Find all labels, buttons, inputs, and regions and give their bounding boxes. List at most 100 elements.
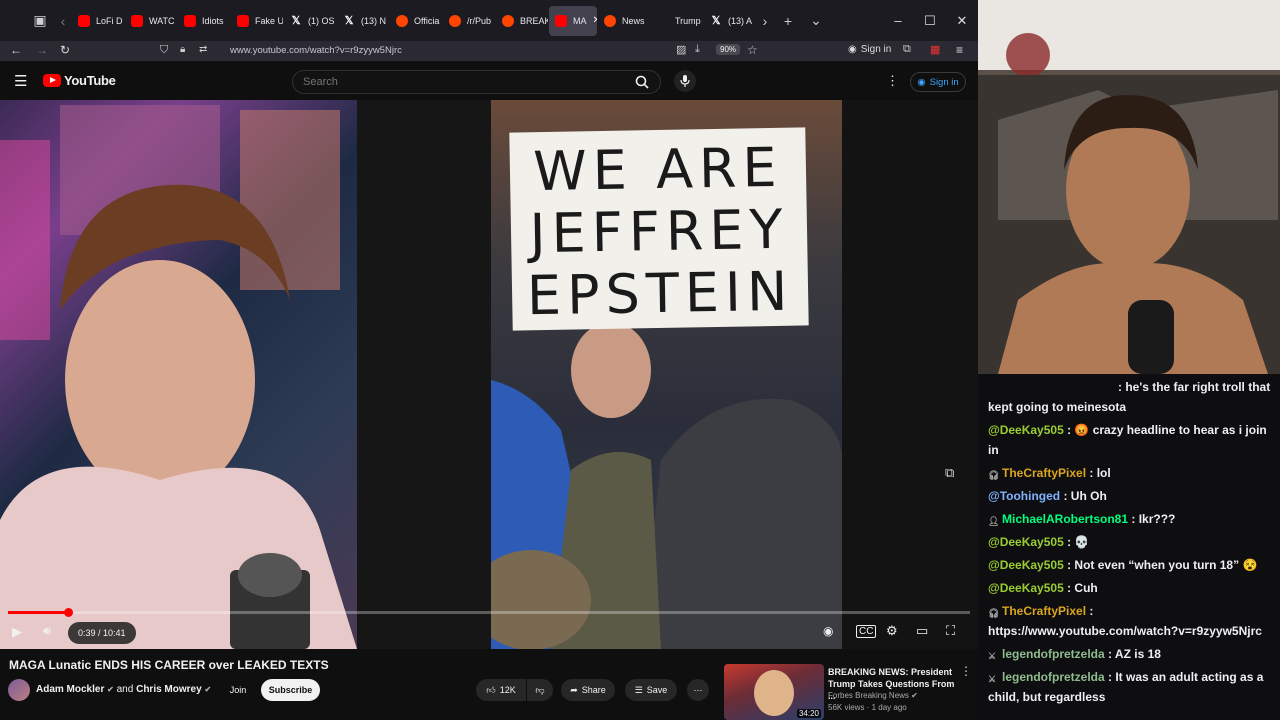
subscribe-button[interactable]: Subscribe <box>261 679 320 701</box>
lock-icon[interactable]: 🔒︎ <box>180 44 185 55</box>
chat-message: @DeeKay505 : 😡 crazy headline to hear as… <box>988 420 1278 460</box>
save-button[interactable]: ☰ Save <box>625 679 677 701</box>
fullscreen-icon[interactable]: ⛶ <box>946 623 955 639</box>
player-controls: ▶ 🔊︎ 0:39 / 10:41 ◉ CC ⚙ ▭ ⛶ <box>0 620 978 646</box>
chat-text: : lol <box>1086 466 1111 480</box>
dislike-button[interactable]: 👎︎ <box>527 679 553 701</box>
join-button[interactable]: Join <box>224 679 252 701</box>
sign-line-2: JEFFREY <box>529 197 789 266</box>
new-tab-icon[interactable]: + <box>774 7 802 35</box>
youtube-icon <box>237 14 249 27</box>
tab-label: Fake U <box>255 15 283 26</box>
tab-1[interactable]: WATC <box>125 6 177 36</box>
tab-6[interactable]: Officia <box>390 6 442 36</box>
permissions-icon[interactable]: ⇄ <box>199 44 207 55</box>
extension-badge-icon[interactable]: ▦ <box>930 43 940 56</box>
list-tabs-icon[interactable]: ⌄ <box>802 7 830 35</box>
bookmark-star-icon[interactable]: ☆ <box>747 43 758 57</box>
volume-icon[interactable]: 🔊︎ <box>43 623 51 639</box>
chat-username[interactable]: @DeeKay505 <box>988 423 1064 437</box>
extensions-icon[interactable]: ⧉ <box>903 43 911 56</box>
play-icon[interactable]: ▶ <box>12 624 22 640</box>
save-page-icon[interactable]: ⤓ <box>695 43 700 56</box>
share-arrow-icon: ➦ <box>570 684 578 695</box>
tab-3[interactable]: Fake U <box>231 6 283 36</box>
picture-icon[interactable]: ▨ <box>676 43 686 56</box>
tab-7[interactable]: /r/Pub <box>443 6 495 36</box>
menu-hamburger-icon[interactable]: ≡ <box>956 43 963 57</box>
zoom-level[interactable]: 90% <box>716 44 741 55</box>
url-text[interactable]: www.youtube.com/watch?v=r9zyyw5Njrc <box>230 45 402 56</box>
tabs-scroll-left-icon[interactable]: ‹ <box>54 7 72 35</box>
tab-4[interactable]: 𝕏 (1) OS <box>284 6 336 36</box>
recommended-meta: 56K views · 1 day ago <box>828 703 907 712</box>
video-letterbox-left <box>357 100 491 649</box>
chat-text: : Uh Oh <box>1060 489 1107 503</box>
tab-label: WATC <box>149 15 175 26</box>
tabs-scroll-right-icon[interactable]: › <box>756 7 774 35</box>
tab-0[interactable]: LoFi D <box>72 6 124 36</box>
browser-signin[interactable]: ◉ Sign in <box>848 44 891 55</box>
autoplay-toggle-icon[interactable]: ◉ <box>823 624 833 638</box>
close-window-icon[interactable]: ✕ <box>946 13 978 29</box>
tab-bar: ▣ ‹ LoFi D WATC Idiots Fake U 𝕏 (1) OS 𝕏 (13) N… <box>0 0 978 41</box>
back-icon[interactable]: ← <box>10 43 22 57</box>
channel-names[interactable]: Adam Mockler ✔ and Chris Mowrey ✔ <box>36 684 211 695</box>
tab-2[interactable]: Idiots <box>178 6 230 36</box>
chat-username[interactable]: legendofpretzelda <box>1002 647 1105 661</box>
headset-badge-icon: 🎧︎ <box>988 608 1000 618</box>
youtube-logo[interactable]: YouTube <box>43 73 116 88</box>
voice-search-button[interactable] <box>674 70 696 92</box>
recommended-video[interactable]: 34:20 BREAKING NEWS: President Trump Tak… <box>724 664 974 720</box>
chat-username[interactable]: TheCraftyPixel <box>1002 466 1086 480</box>
search-icon <box>635 75 649 89</box>
recommended-channel[interactable]: Forbes Breaking News ✔ <box>828 691 918 700</box>
progress-scrubber[interactable] <box>63 608 73 617</box>
tab-11[interactable]: Trump <box>651 6 703 36</box>
miniplayer-icon[interactable]: ⧉ <box>945 465 954 481</box>
forward-icon[interactable]: → <box>36 43 48 57</box>
progress-bar[interactable] <box>8 608 970 617</box>
tab-overview-icon[interactable]: ▣ <box>26 7 54 35</box>
guide-menu-icon[interactable]: ☰ <box>14 72 27 90</box>
share-button[interactable]: ➦ Share <box>561 679 615 701</box>
chat-username[interactable]: @DeeKay505 <box>988 535 1064 549</box>
reload-icon[interactable]: ↻ <box>60 43 70 57</box>
captions-icon[interactable]: CC <box>856 625 877 638</box>
channel-avatar[interactable] <box>8 679 30 701</box>
recommended-more-icon[interactable]: ⋮ <box>960 664 972 678</box>
tab-9[interactable]: MA ✕ <box>549 5 598 36</box>
search-input[interactable] <box>303 76 603 88</box>
search-button[interactable] <box>624 71 660 93</box>
shield-icon[interactable]: ⛉ <box>160 44 168 57</box>
settings-gear-icon[interactable]: ⚙ <box>886 623 898 639</box>
chat-username[interactable]: @Toohinged <box>988 489 1060 503</box>
tab-10[interactable]: News <box>598 6 650 36</box>
search-box[interactable] <box>292 70 661 94</box>
more-options-icon[interactable]: ⋮ <box>886 73 899 89</box>
chat-username[interactable]: legendofpretzelda <box>1002 670 1105 684</box>
theater-mode-icon[interactable]: ▭ <box>916 623 928 639</box>
recommended-thumbnail[interactable]: 34:20 <box>724 664 824 720</box>
video-player[interactable]: WE ARE JEFFREY EPSTEIN ⧉ ▶ 🔊︎ 0:39 / 10:… <box>0 100 978 649</box>
tab-label: Trump <box>675 15 701 26</box>
like-button[interactable]: 👍︎ 12K <box>476 679 526 701</box>
more-actions-button[interactable]: ⋯ <box>687 679 709 701</box>
account-circle-icon: ◉ <box>917 76 926 88</box>
chat-username[interactable]: MichaelARobertson81 <box>1002 512 1128 526</box>
signin-button[interactable]: ◉ Sign in <box>910 72 966 92</box>
chat-panel: : he's the far right troll that kept goi… <box>978 374 1280 720</box>
maximize-icon[interactable]: ☐ <box>914 13 946 29</box>
minimize-icon[interactable]: – <box>882 13 914 28</box>
verified-icon: ✔ <box>911 691 918 700</box>
person-badge-icon: 👤︎ <box>988 516 1000 526</box>
chat-username[interactable]: TheCraftyPixel <box>1002 604 1086 618</box>
tab-5[interactable]: 𝕏 (13) N <box>337 6 389 36</box>
chat-username[interactable]: @DeeKay505 <box>988 581 1064 595</box>
chat-text: : 💀 <box>1063 535 1090 549</box>
tab-12[interactable]: 𝕏 (13) A <box>704 6 756 36</box>
tab-8[interactable]: BREAK <box>496 6 548 36</box>
chat-username[interactable]: @DeeKay505 <box>988 558 1064 572</box>
close-tab-icon[interactable]: ✕ <box>593 15 598 26</box>
chat-text: : AZ is 18 <box>1104 647 1161 661</box>
